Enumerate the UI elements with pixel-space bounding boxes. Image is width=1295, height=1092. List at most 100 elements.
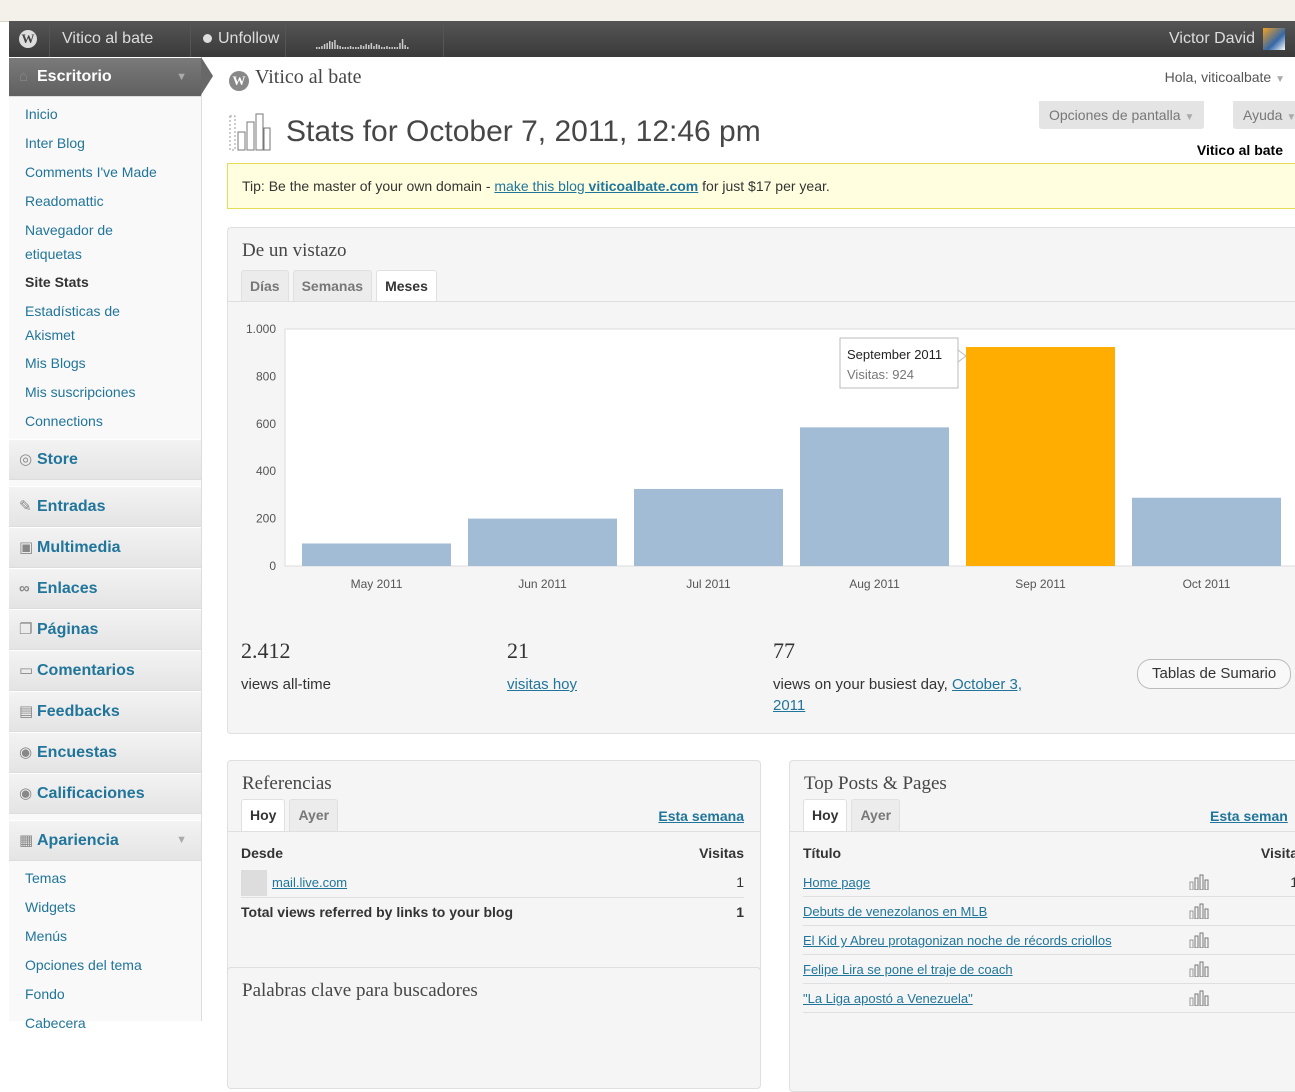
sparkline-bar (388, 47, 391, 49)
user-avatar[interactable] (1263, 28, 1285, 50)
table-row: Home page 1 (803, 868, 1295, 897)
tab-divider (790, 831, 1295, 832)
y-tick-label: 1.000 (246, 322, 276, 336)
menu-comentarios[interactable]: ▭ Comentarios (9, 650, 201, 691)
post-stats-icon[interactable] (1189, 961, 1209, 977)
chart-bar[interactable] (1132, 497, 1281, 566)
submenu-cabecera[interactable]: Cabecera (25, 1009, 201, 1038)
post-link[interactable]: El Kid y Abreu protagonizan noche de réc… (803, 933, 1112, 948)
referrer-link[interactable]: mail.live.com (272, 875, 347, 890)
glance-title: De un vistazo (242, 240, 347, 261)
menu-encuestas[interactable]: ◉ Encuestas (9, 732, 201, 773)
howdy-text: Hola, viticoalbate (1164, 69, 1272, 85)
sparkline-bar (339, 46, 341, 49)
submenu-inter-blog[interactable]: Inter Blog (25, 129, 201, 158)
post-stats-icon[interactable] (1189, 932, 1209, 948)
tab-hoy[interactable]: Hoy (241, 799, 286, 831)
submenu-temas[interactable]: Temas (25, 864, 201, 893)
submenu-readomattic[interactable]: Readomattic (25, 187, 201, 216)
menu-store[interactable]: ◎ Store (9, 439, 201, 480)
tab-dias[interactable]: Días (241, 270, 289, 302)
submenu-tag-browser[interactable]: Navegador de etiquetas (25, 216, 145, 268)
post-link[interactable]: Debuts de venezolanos en MLB (803, 904, 987, 919)
post-stats-icon[interactable] (1189, 903, 1209, 919)
adminbar-site-link[interactable]: Vitico al bate (50, 21, 191, 57)
tab-divider (228, 831, 760, 832)
ratings-icon: ◉ (19, 785, 33, 802)
post-link[interactable]: Felipe Lira se pone el traje de coach (803, 962, 1013, 977)
sparkline-bar (360, 45, 362, 49)
top-posts-week-link[interactable]: Esta seman (1210, 808, 1288, 824)
sparkline-bar (344, 47, 347, 49)
chart-bar[interactable] (468, 518, 617, 566)
submenu-theme-options[interactable]: Opciones del tema (25, 951, 201, 980)
submenu-connections[interactable]: Connections (25, 407, 201, 436)
menu-escritorio[interactable]: ⌂ Escritorio ▼ (9, 57, 201, 97)
tab-hoy[interactable]: Hoy (803, 799, 848, 831)
sparkline-bar (399, 43, 401, 49)
tab-meses[interactable]: Meses (376, 270, 437, 302)
sparkline-stats[interactable] (286, 21, 444, 57)
submenu-inicio[interactable]: Inicio (25, 100, 201, 129)
menu-paginas[interactable]: ❐ Páginas (9, 609, 201, 650)
screen-options-button[interactable]: Opciones de pantalla ▼ (1039, 101, 1205, 129)
menu-apariencia[interactable]: ▦ Apariencia ▼ (9, 820, 201, 861)
submenu-mis-blogs[interactable]: Mis Blogs (25, 349, 201, 378)
keywords-panel: Palabras clave para buscadores (227, 967, 761, 1089)
sparkline-bar (383, 47, 386, 49)
table-row: El Kid y Abreu protagonizan noche de réc… (803, 926, 1295, 955)
pin-icon: ✎ (19, 498, 32, 515)
menu-enlaces[interactable]: ∞ Enlaces (9, 568, 201, 609)
post-stats-icon[interactable] (1189, 990, 1209, 1006)
wordpress-logo-icon[interactable]: W (9, 21, 50, 57)
submenu-comments[interactable]: Comments I've Made (25, 158, 201, 187)
monthly-views-chart: 0 200 400 600 800 1.000 May 2011 Jun 2011 Jul 20… (246, 322, 1295, 591)
today-views-link[interactable]: visitas hoy (507, 676, 577, 693)
tab-ayer[interactable]: Ayer (289, 799, 339, 831)
help-button[interactable]: Ayuda ▼ (1233, 101, 1295, 129)
tab-ayer[interactable]: Ayer (851, 799, 901, 831)
y-tick-label: 600 (256, 417, 276, 431)
chevron-down-icon: ▼ (1286, 112, 1295, 123)
chart-bar[interactable] (634, 488, 783, 566)
sparkline-bar (368, 45, 370, 49)
sparkline-bar (401, 39, 404, 49)
tab-semanas[interactable]: Semanas (292, 270, 373, 302)
post-stats-icon[interactable] (1189, 874, 1209, 890)
menu-encuestas-label: Encuestas (37, 744, 118, 761)
x-tick-label: Sep 2011 (1015, 577, 1066, 591)
submenu-menus[interactable]: Menús (25, 922, 201, 951)
referrers-week-link[interactable]: Esta semana (658, 808, 744, 824)
submenu-subscriptions[interactable]: Mis suscripciones (25, 378, 201, 407)
media-icon: ▣ (19, 539, 34, 556)
domain-upgrade-link[interactable]: make this blog viticoalbate.com (494, 178, 698, 194)
table-row: Debuts de venezolanos en MLB (803, 897, 1295, 926)
menu-feedbacks[interactable]: ▤ Feedbacks (9, 691, 201, 732)
submenu-widgets[interactable]: Widgets (25, 893, 201, 922)
menu-calificaciones[interactable]: ◉ Calificaciones (9, 773, 201, 814)
submenu-fondo[interactable]: Fondo (25, 980, 201, 1009)
sparkline-bar (318, 47, 321, 49)
summary-tables-button[interactable]: Tablas de Sumario (1137, 659, 1292, 689)
adminbar-user-name[interactable]: Victor David (1169, 21, 1255, 57)
submenu-akismet-stats[interactable]: Estadísticas de Akismet (25, 297, 155, 349)
tooltip-value: Visitas: 924 (847, 367, 914, 382)
table-row: mail.live.com 1 (241, 868, 744, 898)
post-link[interactable]: Home page (803, 875, 870, 890)
submenu-site-stats[interactable]: Site Stats (25, 268, 201, 297)
stat-busiest-label: views on your busiest day, (773, 676, 952, 693)
menu-entradas[interactable]: ✎ Entradas (9, 486, 201, 527)
sparkline-bar (407, 47, 409, 49)
chart-bar[interactable] (800, 427, 949, 566)
y-tick-label: 0 (269, 559, 276, 573)
unfollow-button[interactable]: Unfollow (191, 21, 286, 57)
chevron-down-icon[interactable]: ▼ (176, 58, 187, 96)
chevron-down-icon[interactable]: ▼ (176, 821, 187, 860)
site-heading[interactable]: W Vitico al bate (229, 66, 362, 91)
menu-multimedia[interactable]: ▣ Multimedia (9, 527, 201, 568)
chart-bar[interactable] (302, 543, 451, 566)
chart-bar[interactable] (966, 347, 1115, 566)
post-link[interactable]: "La Liga apostó a Venezuela" (803, 991, 973, 1006)
keywords-title: Palabras clave para buscadores (242, 980, 478, 1001)
howdy-greeting[interactable]: Hola, viticoalbate ▼ (1165, 69, 1285, 85)
